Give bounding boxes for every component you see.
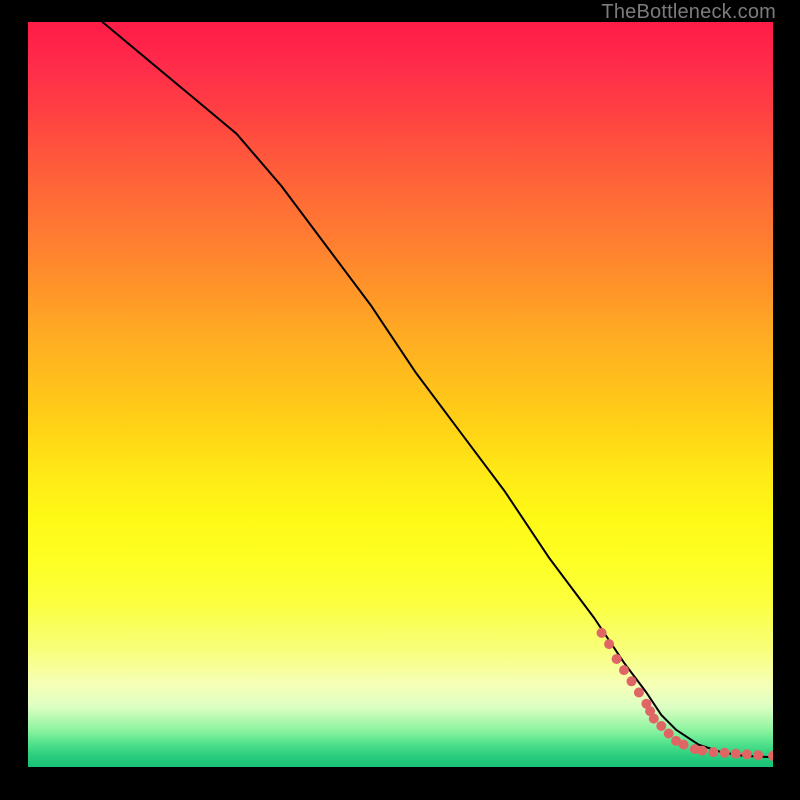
scatter-point bbox=[597, 628, 607, 638]
scatter-point bbox=[720, 748, 730, 758]
scatter-point bbox=[656, 721, 666, 731]
chart-frame: TheBottleneck.com bbox=[0, 0, 800, 800]
scatter-point bbox=[634, 688, 644, 698]
scatter-point bbox=[742, 749, 752, 759]
plot-area bbox=[28, 22, 773, 767]
scatter-point bbox=[649, 714, 659, 724]
main-curve bbox=[103, 22, 774, 757]
scatter-point bbox=[612, 654, 622, 664]
scatter-point bbox=[731, 749, 741, 759]
scatter-point bbox=[708, 747, 718, 757]
chart-svg bbox=[28, 22, 773, 767]
scatter-point bbox=[768, 751, 773, 761]
scatter-point bbox=[627, 676, 637, 686]
scatter-point bbox=[664, 729, 674, 739]
scatter-point bbox=[697, 746, 707, 756]
scatter-point bbox=[753, 750, 763, 760]
scatter-point bbox=[679, 740, 689, 750]
scatter-point bbox=[619, 665, 629, 675]
scatter-point bbox=[604, 639, 614, 649]
watermark-text: TheBottleneck.com bbox=[601, 1, 776, 24]
scatter-points bbox=[597, 628, 773, 761]
